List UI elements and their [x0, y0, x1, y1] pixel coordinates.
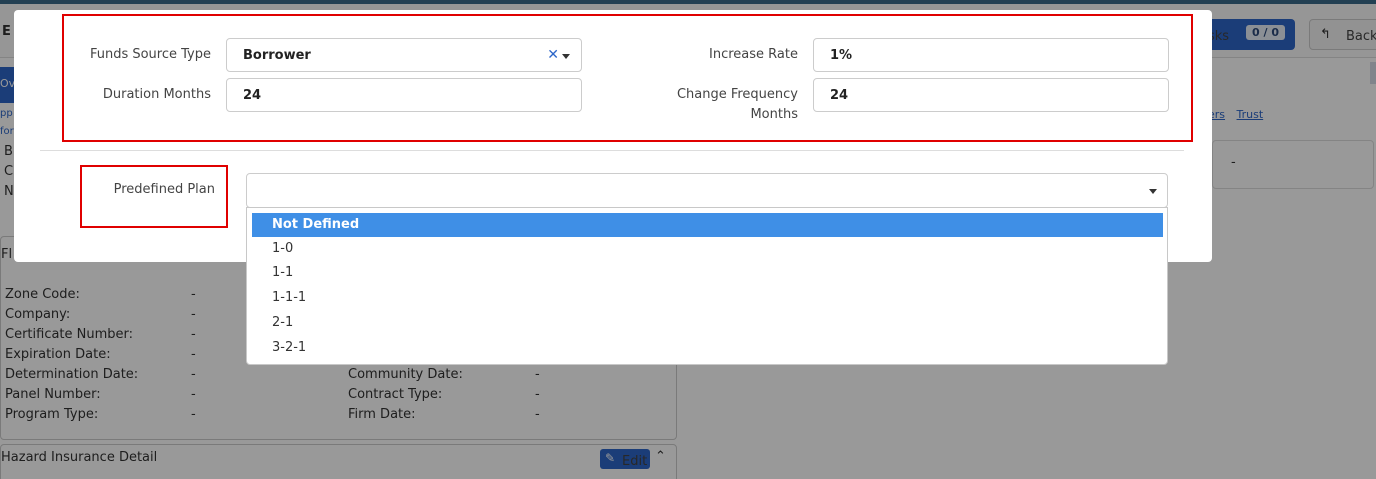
option-not-defined[interactable]: Not Defined [252, 213, 1163, 237]
increase-rate-label: Increase Rate [709, 47, 798, 62]
increase-rate-value: 1% [830, 48, 853, 63]
section-divider [40, 150, 1184, 151]
change-frequency-months-value: 24 [830, 88, 849, 103]
funds-source-type-select[interactable]: Borrower ✕ [226, 38, 582, 72]
predefined-plan-label: Predefined Plan [113, 182, 215, 197]
chevron-down-icon[interactable] [1149, 189, 1157, 194]
change-frequency-label-line1: Change Frequency [676, 87, 798, 102]
increase-rate-input[interactable]: 1% [813, 38, 1169, 72]
duration-months-input[interactable]: 24 [226, 78, 582, 112]
option-1-1-1[interactable]: 1-1-1 [252, 286, 1163, 310]
change-frequency-label-line2: Months [750, 107, 798, 122]
option-1-0[interactable]: 1-0 [252, 237, 1163, 261]
duration-months-value: 24 [243, 88, 262, 103]
duration-months-label: Duration Months [102, 87, 211, 102]
close-icon[interactable]: ✕ [547, 47, 559, 63]
funds-source-type-label: Funds Source Type [89, 47, 211, 62]
predefined-plan-select[interactable] [246, 173, 1168, 208]
option-3-2-1[interactable]: 3-2-1 [252, 336, 1163, 360]
change-frequency-months-input[interactable]: 24 [813, 78, 1169, 112]
option-2-1[interactable]: 2-1 [252, 311, 1163, 335]
option-1-1[interactable]: 1-1 [252, 261, 1163, 285]
funds-source-type-value: Borrower [243, 48, 311, 63]
predefined-plan-options-list: Not Defined 1-0 1-1 1-1-1 2-1 3-2-1 [246, 207, 1168, 365]
chevron-down-icon[interactable] [562, 54, 570, 59]
